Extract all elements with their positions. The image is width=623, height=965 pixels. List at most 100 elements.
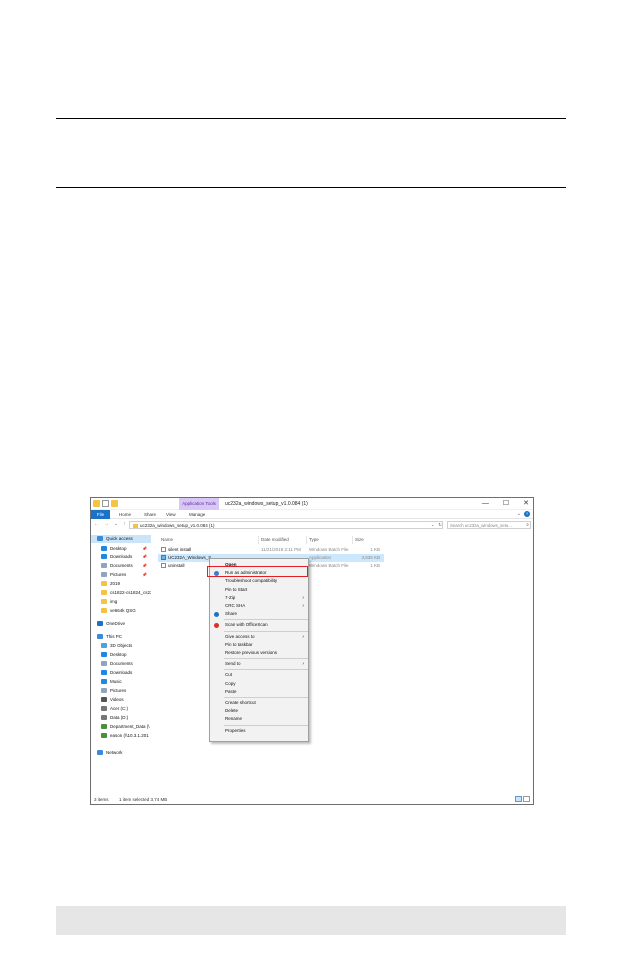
column-type[interactable]: Type	[309, 536, 319, 544]
top-rule	[56, 118, 566, 119]
nav-item-pictures[interactable]: Pictures	[91, 687, 151, 695]
nav-item-onedrive[interactable]: OneDrive	[91, 620, 151, 628]
menu-item-create-shortcut[interactable]: Create shortcut	[210, 699, 308, 707]
nav-item-desktop[interactable]: Desktop	[91, 651, 151, 659]
nav-item-downloads[interactable]: Downloads 📌	[91, 553, 151, 561]
address-row: ← → ⌄ ↑ uc232a_windows_setup_v1.0.084 (1…	[91, 520, 533, 530]
search-placeholder: Search uc232a_windows_setu...	[450, 523, 512, 528]
help-icon[interactable]: ?	[524, 511, 530, 517]
drive-icon	[101, 706, 107, 712]
tab-home[interactable]: Home	[119, 510, 131, 519]
menu-item-pin-to-start[interactable]: Pin to Start	[210, 586, 308, 594]
menu-item-rename[interactable]: Rename	[210, 715, 308, 723]
file-size-cell: 1 KB	[370, 563, 380, 568]
nav-item-data-d[interactable]: Data (D:)	[91, 714, 151, 722]
star-icon	[97, 536, 103, 542]
pin-icon[interactable]: 📌	[142, 571, 147, 579]
menu-item-crc-sha[interactable]: CRC SHA ›	[210, 602, 308, 610]
file-name: uninstall	[168, 563, 185, 568]
nav-item-music[interactable]: Music	[91, 678, 151, 686]
nav-item-ve664k-qsg[interactable]: ve664k QSG	[91, 607, 151, 615]
nav-item-label: Desktop	[110, 652, 127, 657]
footer-bar	[56, 906, 566, 935]
expand-ribbon-icon[interactable]: ⌄	[517, 511, 521, 517]
address-dropdown-icon[interactable]: ⌄	[431, 522, 434, 527]
pictures-icon	[101, 572, 107, 578]
tab-file[interactable]: File	[91, 510, 110, 519]
tab-application-tools[interactable]: Application Tools	[179, 498, 219, 510]
menu-item-pin-to-taskbar[interactable]: Pin to taskbar	[210, 641, 308, 649]
pin-icon[interactable]: 📌	[142, 545, 147, 553]
nav-item-acer-c[interactable]: Acer (C:)	[91, 705, 151, 713]
nav-item-downloads[interactable]: Downloads	[91, 669, 151, 677]
menu-item-share[interactable]: Share	[210, 610, 308, 618]
nav-item-desktop[interactable]: Desktop 📌	[91, 545, 151, 553]
menu-item-paste[interactable]: Paste	[210, 688, 308, 696]
menu-item-restore-previous-versions[interactable]: Restore previous versions	[210, 649, 308, 657]
forward-icon[interactable]: →	[104, 521, 109, 527]
tab-share[interactable]: Share	[144, 510, 156, 519]
music-icon	[101, 679, 107, 685]
nav-item-eason-10-3-1-201[interactable]: eason (\\10.3.1.201	[91, 732, 151, 740]
run-as-admin-highlight	[207, 566, 308, 577]
details-view-icon[interactable]	[515, 796, 522, 802]
refresh-icon[interactable]: ↻	[438, 522, 441, 527]
pin-icon[interactable]: 📌	[142, 562, 147, 570]
column-name[interactable]: Name	[161, 536, 173, 544]
batch-file-icon	[161, 547, 166, 553]
search-input[interactable]: Search uc232a_windows_setu... ⌕	[447, 521, 531, 529]
menu-item-give-access-to[interactable]: Give access to ›	[210, 633, 308, 641]
nav-item-label: ve664k QSG	[110, 608, 136, 613]
nav-item-documents[interactable]: Documents	[91, 660, 151, 668]
nav-item-label: Desktop	[110, 546, 127, 551]
nav-item-quick-access[interactable]: Quick access	[91, 535, 151, 543]
menu-item-properties[interactable]: Properties	[210, 727, 308, 735]
submenu-arrow-icon: ›	[302, 594, 304, 601]
network-icon	[97, 750, 103, 756]
nav-item-cs1822-cs1824-cs23[interactable]: cs1822-cs1824_cs23	[91, 589, 151, 597]
menu-item-cut[interactable]: Cut	[210, 671, 308, 679]
tab-manage[interactable]: Manage	[189, 510, 205, 519]
window-controls: — ☐ ✕	[482, 498, 529, 510]
nav-item-label: Pictures	[110, 572, 127, 577]
file-row[interactable]: silent install 11/21/2019 2:11 PM Windows …	[158, 546, 384, 554]
recent-locations-icon[interactable]: ⌄	[114, 521, 118, 527]
nav-item-network[interactable]: Network	[91, 749, 151, 757]
menu-item-copy[interactable]: Copy	[210, 680, 308, 688]
file-size-cell: 1 KB	[370, 547, 380, 552]
menu-item-scan-with-officescan[interactable]: Scan with OfficeScan	[210, 621, 308, 629]
nav-item-documents[interactable]: Documents 📌	[91, 562, 151, 570]
new-folder-icon[interactable]	[111, 500, 118, 507]
menu-item-delete[interactable]: Delete	[210, 707, 308, 715]
nav-item-3d-objects[interactable]: 3D Objects	[91, 642, 151, 650]
column-size[interactable]: Size	[355, 536, 364, 544]
menu-item-troubleshoot-compatibility[interactable]: Troubleshoot compatibility	[210, 577, 308, 585]
nav-item-label: Documents	[110, 661, 133, 666]
menu-item-label: Scan with OfficeScan	[225, 622, 268, 628]
menu-item-send-to[interactable]: Send to ›	[210, 660, 308, 668]
up-icon[interactable]: ↑	[123, 521, 126, 527]
properties-icon[interactable]	[102, 500, 109, 507]
nav-item-img[interactable]: img	[91, 598, 151, 606]
nav-item-videos[interactable]: Videos	[91, 696, 151, 704]
pin-icon[interactable]: 📌	[142, 553, 147, 561]
large-icons-view-icon[interactable]	[523, 796, 530, 802]
nav-item-label: 2019	[110, 581, 121, 586]
column-date-modified[interactable]: Date modified	[261, 536, 289, 544]
menu-item-label: Create shortcut	[225, 700, 256, 705]
tab-view[interactable]: View	[166, 510, 176, 519]
back-icon[interactable]: ←	[94, 521, 99, 527]
quick-access-toolbar	[93, 500, 118, 507]
window-title: uc232a_windows_setup_v1.0.084 (1)	[225, 501, 308, 507]
nav-item-label: Quick access	[106, 536, 133, 541]
nav-item-department-data[interactable]: Department_Data (\	[91, 723, 151, 731]
file-date-cell: 11/21/2019 2:11 PM	[261, 547, 301, 552]
address-bar[interactable]: uc232a_windows_setup_v1.0.084 (1)	[129, 521, 443, 529]
maximize-button[interactable]: ☐	[503, 498, 509, 510]
nav-item-2019[interactable]: 2019	[91, 580, 151, 588]
menu-item-7-zip[interactable]: 7-Zip ›	[210, 594, 308, 602]
nav-item-this-pc[interactable]: This PC	[91, 633, 151, 641]
close-button[interactable]: ✕	[523, 498, 529, 510]
nav-item-pictures[interactable]: Pictures 📌	[91, 571, 151, 579]
minimize-button[interactable]: —	[482, 498, 489, 510]
